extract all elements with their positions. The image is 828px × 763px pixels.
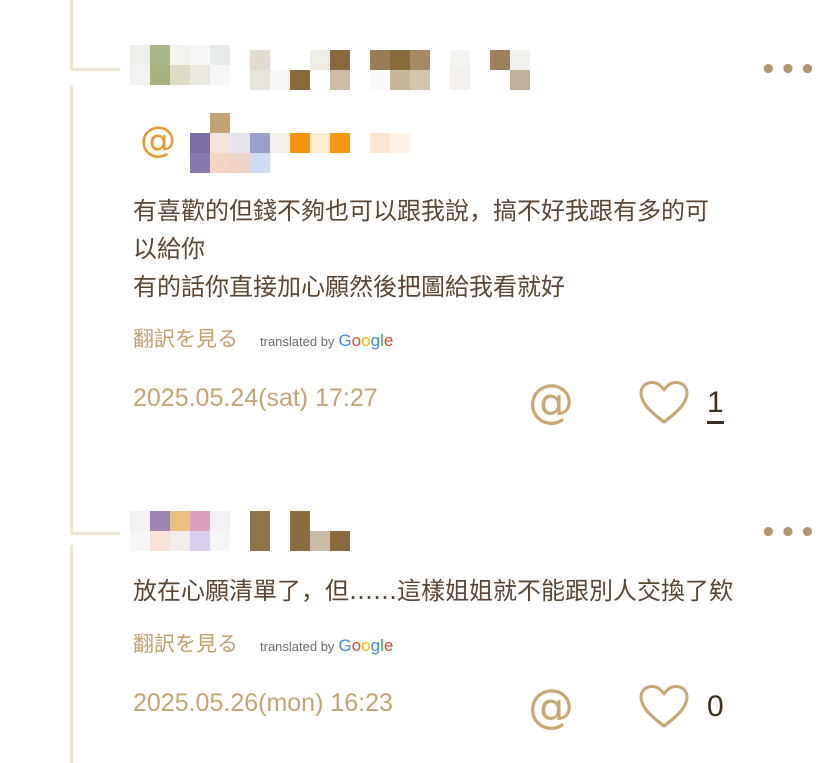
- reply-mention-icon: @: [140, 120, 176, 161]
- mention-reply-button[interactable]: @: [528, 378, 574, 424]
- like-heart-icon[interactable]: [638, 684, 690, 730]
- avatar-mosaic[interactable]: [130, 511, 230, 551]
- translate-row: 翻訳を見る translated by Google: [133, 628, 393, 658]
- comment-body: 有喜歡的但錢不夠也可以跟我說，搞不好我跟有多的可 以給你 有的話你直接加心願然後…: [133, 192, 803, 306]
- translated-by-label: translated by: [260, 334, 335, 349]
- comment-body: 放在心願清單了，但……這樣姐姐就不能跟別人交換了欸: [133, 572, 803, 610]
- comment-timestamp: 2025.05.26(mon) 16:23: [133, 689, 393, 717]
- mention-reply-button[interactable]: @: [528, 683, 574, 729]
- thread-line-middle: [70, 85, 73, 535]
- thread-line-bottom: [70, 545, 73, 763]
- like-count: 0: [707, 690, 724, 723]
- comment-line: 有喜歡的但錢不夠也可以跟我說，搞不好我跟有多的可: [133, 197, 709, 225]
- translated-by-label: translated by: [260, 639, 335, 654]
- translate-row: 翻訳を見る translated by Google: [133, 323, 393, 353]
- thread-line-top: [70, 0, 73, 70]
- avatar-mosaic[interactable]: [130, 45, 230, 85]
- like-count[interactable]: 1: [707, 386, 724, 424]
- google-logo: Google: [338, 636, 394, 655]
- see-translation-link[interactable]: 翻訳を見る: [133, 628, 238, 658]
- thread-branch-2: [72, 532, 120, 535]
- comment-line: 有的話你直接加心願然後把圖給我看就好: [133, 273, 565, 301]
- comment-timestamp: 2025.05.24(sat) 17:27: [133, 384, 378, 412]
- mentioned-user-mosaic[interactable]: [190, 113, 410, 173]
- google-logo: Google: [338, 331, 394, 350]
- see-translation-link[interactable]: 翻訳を見る: [133, 323, 238, 353]
- more-options-icon[interactable]: •••: [760, 520, 819, 546]
- username-mosaic[interactable]: [250, 50, 530, 90]
- comment-line: 以給你: [133, 235, 205, 263]
- more-options-icon[interactable]: •••: [760, 57, 819, 83]
- thread-branch-1: [72, 68, 120, 71]
- like-heart-icon[interactable]: [638, 380, 690, 426]
- username-mosaic[interactable]: [250, 511, 350, 551]
- comment-line: 放在心願清單了，但……這樣姐姐就不能跟別人交換了欸: [133, 577, 733, 605]
